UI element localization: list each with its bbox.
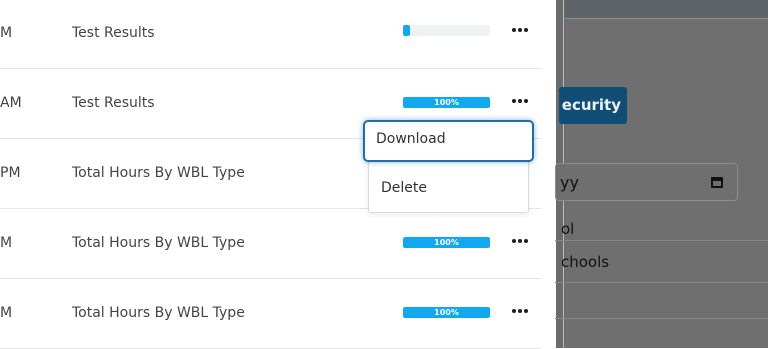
table-row: M Test Results bbox=[0, 0, 541, 69]
list-divider bbox=[555, 240, 768, 241]
report-list-panel: M Test Results AM Test Results 100% PM T… bbox=[0, 0, 556, 349]
progress-fill: 100% bbox=[403, 97, 490, 108]
row-report-name: Total Hours By WBL Type bbox=[72, 235, 245, 251]
list-item[interactable]: ol bbox=[561, 220, 574, 238]
row-report-name: Test Results bbox=[72, 25, 155, 41]
row-time: M bbox=[0, 305, 13, 321]
row-time: AM bbox=[0, 95, 22, 111]
table-row: M Total Hours By WBL Type 100% bbox=[0, 208, 541, 279]
row-actions-menu: Download Delete bbox=[363, 120, 534, 213]
more-options-icon[interactable] bbox=[509, 304, 531, 318]
progress-fill: 100% bbox=[403, 307, 490, 318]
calendar-icon[interactable] bbox=[711, 177, 723, 188]
date-field[interactable]: yy bbox=[555, 163, 738, 201]
progress-bar: 100% bbox=[403, 307, 490, 318]
row-time: PM bbox=[0, 165, 21, 181]
progress-bar: 100% bbox=[403, 97, 490, 108]
background-header bbox=[565, 0, 768, 19]
row-time: M bbox=[0, 25, 13, 41]
more-options-icon[interactable] bbox=[509, 234, 531, 248]
progress-fill bbox=[403, 25, 410, 36]
row-report-name: Total Hours By WBL Type bbox=[72, 305, 245, 321]
download-label: Download bbox=[376, 131, 446, 147]
more-options-icon[interactable] bbox=[509, 23, 531, 37]
security-button[interactable]: ecurity bbox=[559, 87, 627, 124]
table-row: M Total Hours By WBL Type 100% bbox=[0, 278, 541, 349]
list-divider bbox=[555, 282, 768, 283]
row-report-name: Test Results bbox=[72, 95, 155, 111]
progress-fill: 100% bbox=[403, 237, 490, 248]
more-options-icon[interactable] bbox=[509, 94, 531, 108]
list-divider bbox=[555, 318, 768, 319]
progress-bar: 100% bbox=[403, 237, 490, 248]
date-value: yy bbox=[560, 173, 579, 192]
delete-menu-item[interactable]: Delete bbox=[381, 180, 427, 196]
list-item[interactable]: chools bbox=[561, 253, 609, 271]
progress-bar bbox=[403, 25, 490, 36]
row-time: M bbox=[0, 235, 13, 251]
row-report-name: Total Hours By WBL Type bbox=[72, 165, 245, 181]
download-menu-item[interactable]: Download bbox=[363, 120, 534, 162]
background-page-overlay: ecurity yy ol chools bbox=[555, 0, 768, 348]
